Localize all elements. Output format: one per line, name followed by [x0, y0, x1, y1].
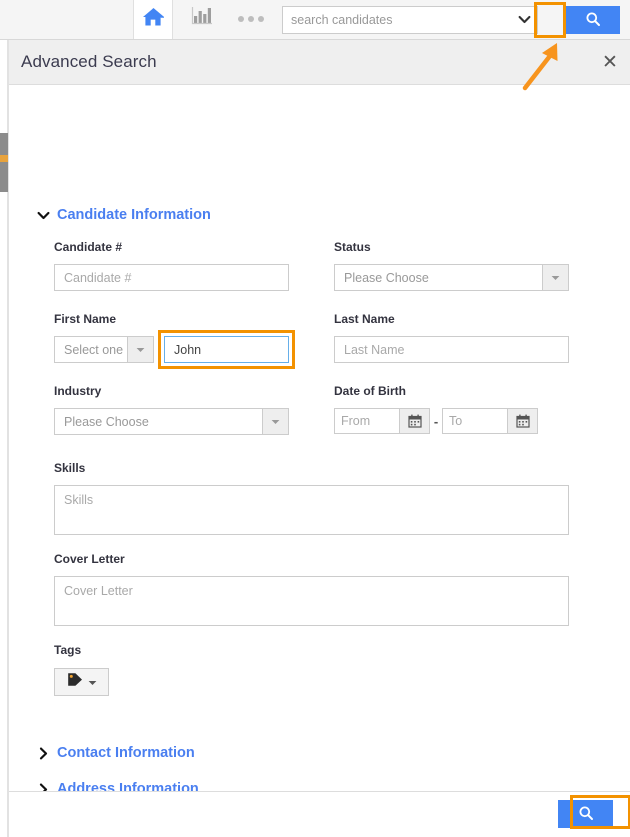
industry-select-value: Please Choose — [64, 414, 149, 429]
chevron-down-icon — [35, 207, 51, 223]
calendar-icon[interactable] — [399, 409, 429, 433]
candidate-number-input[interactable] — [54, 264, 289, 291]
chevron-right-icon — [35, 781, 51, 791]
status-select-value: Please Choose — [344, 270, 429, 285]
search-submit-button[interactable] — [565, 6, 620, 34]
chevron-down-icon — [518, 11, 531, 29]
status-select[interactable]: Please Choose — [334, 264, 569, 291]
chevron-right-icon — [35, 745, 51, 761]
industry-label: Industry — [54, 384, 102, 398]
panel-body: Candidate Information Candidate # Status… — [9, 85, 630, 791]
home-icon — [142, 7, 165, 32]
more-menu-button[interactable] — [238, 14, 264, 24]
bar-chart-icon — [190, 4, 214, 31]
candidate-number-label: Candidate # — [54, 240, 123, 254]
dob-to-group — [442, 408, 538, 434]
cover-letter-textarea[interactable] — [54, 576, 569, 626]
section-label: Candidate Information — [57, 207, 211, 223]
top-toolbar — [0, 0, 630, 40]
ellipsis-icon — [238, 16, 264, 22]
magnifier-icon — [585, 11, 601, 30]
section-header-candidate-information[interactable]: Candidate Information — [35, 207, 211, 223]
tags-dropdown-button[interactable] — [54, 668, 109, 696]
panel-footer — [9, 791, 630, 836]
page-title: Advanced Search — [21, 52, 157, 71]
first-name-label: First Name — [54, 312, 117, 326]
sidebar-tab-upper[interactable] — [0, 133, 8, 155]
skills-textarea[interactable] — [54, 485, 569, 535]
caret-down-icon — [262, 409, 288, 434]
advanced-search-submit-button[interactable] — [558, 800, 613, 828]
panel-header: Advanced Search ✕ — [9, 40, 630, 85]
sidebar-tab-lower[interactable] — [0, 162, 8, 192]
last-name-label: Last Name — [334, 312, 395, 326]
status-label: Status — [334, 240, 371, 254]
magnifier-icon — [578, 805, 594, 824]
collapsed-sidebar-strip[interactable] — [0, 40, 8, 837]
global-search-box — [282, 6, 538, 34]
skills-label: Skills — [54, 461, 86, 475]
first-name-match-select[interactable]: Select one — [54, 336, 154, 363]
date-of-birth-label: Date of Birth — [334, 384, 406, 398]
section-header-address-information[interactable]: Address Information — [35, 781, 199, 791]
calendar-icon[interactable] — [507, 409, 537, 433]
dob-from-input[interactable] — [335, 409, 399, 433]
tags-label: Tags — [54, 643, 82, 657]
search-dropdown-toggle[interactable] — [511, 7, 537, 33]
section-header-contact-information[interactable]: Contact Information — [35, 745, 195, 761]
last-name-input[interactable] — [334, 336, 569, 363]
caret-down-icon — [542, 265, 568, 290]
date-of-birth-range: - — [334, 408, 538, 434]
section-label: Contact Information — [57, 745, 195, 761]
first-name-input[interactable] — [164, 336, 289, 363]
search-input[interactable] — [283, 7, 501, 33]
dob-from-group — [334, 408, 430, 434]
industry-select[interactable]: Please Choose — [54, 408, 289, 435]
dob-to-input[interactable] — [443, 409, 507, 433]
section-label: Address Information — [57, 781, 199, 791]
cover-letter-label: Cover Letter — [54, 552, 125, 566]
tag-icon — [67, 672, 83, 692]
advanced-search-panel: Advanced Search ✕ Candidate Information … — [8, 40, 630, 837]
sidebar-tab-accent — [0, 155, 8, 162]
caret-down-icon — [88, 673, 97, 691]
first-name-match-value: Select one — [64, 342, 124, 357]
close-icon[interactable]: ✕ — [599, 51, 621, 73]
home-button[interactable] — [133, 0, 173, 39]
caret-down-icon — [127, 337, 153, 362]
date-range-separator: - — [433, 413, 439, 429]
reports-button[interactable] — [190, 7, 214, 31]
